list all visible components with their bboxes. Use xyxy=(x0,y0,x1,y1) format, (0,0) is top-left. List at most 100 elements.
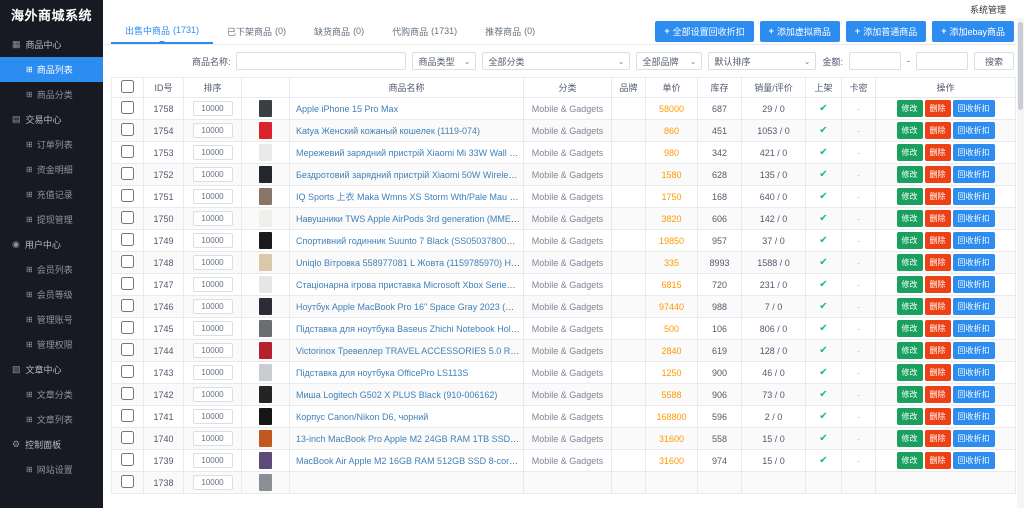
edit-button[interactable]: 修改 xyxy=(896,452,923,469)
amount-max-input[interactable] xyxy=(915,52,968,70)
recycle-discount-button[interactable]: 回收折扣 xyxy=(952,298,995,315)
sort-input[interactable] xyxy=(192,211,233,226)
edit-button[interactable]: 修改 xyxy=(896,320,923,337)
sidebar-item[interactable]: ⊞ 充值记录 xyxy=(0,182,103,207)
sort-input[interactable] xyxy=(192,409,233,424)
filter-select[interactable]: 默认排序 ⌄ xyxy=(708,52,817,70)
filter-select[interactable]: 商品类型 ⌄ xyxy=(412,52,477,70)
sidebar-item[interactable]: ⊞ 商品分类 xyxy=(0,82,103,107)
sort-input[interactable] xyxy=(192,101,233,116)
sort-input[interactable] xyxy=(192,123,233,138)
sort-input[interactable] xyxy=(192,167,233,182)
edit-button[interactable]: 修改 xyxy=(896,144,923,161)
delete-button[interactable]: 删除 xyxy=(924,298,951,315)
sidebar-section-header[interactable]: ▤ 交易中心 xyxy=(0,107,103,132)
edit-button[interactable]: 修改 xyxy=(896,386,923,403)
sidebar-item[interactable]: ⊞ 会员等级 xyxy=(0,282,103,307)
sort-input[interactable] xyxy=(192,321,233,336)
recycle-discount-button[interactable]: 回收折扣 xyxy=(952,320,995,337)
delete-button[interactable]: 删除 xyxy=(924,122,951,139)
system-admin-link[interactable]: 系统管理 xyxy=(970,3,1006,16)
row-checkbox[interactable] xyxy=(121,343,134,356)
recycle-discount-button[interactable]: 回收折扣 xyxy=(952,364,995,381)
delete-button[interactable]: 删除 xyxy=(924,232,951,249)
tab-已下架商品[interactable]: 已下架商品 (0) xyxy=(213,18,300,44)
product-name-link[interactable]: Apple iPhone 15 Pro Max xyxy=(296,104,398,114)
edit-button[interactable]: 修改 xyxy=(896,166,923,183)
edit-button[interactable]: 修改 xyxy=(896,342,923,359)
recycle-discount-button[interactable]: 回收折扣 xyxy=(952,166,995,183)
row-checkbox[interactable] xyxy=(121,211,134,224)
product-name-link[interactable]: Підставка для ноутбука Baseus Zhichi Not… xyxy=(296,324,523,334)
delete-button[interactable]: 删除 xyxy=(924,144,951,161)
filter-select[interactable]: 全部分类 ⌄ xyxy=(482,52,631,70)
sort-input[interactable] xyxy=(192,255,233,270)
recycle-discount-button[interactable]: 回收折扣 xyxy=(952,122,995,139)
edit-button[interactable]: 修改 xyxy=(896,408,923,425)
delete-button[interactable]: 删除 xyxy=(924,210,951,227)
tab-出售中商品[interactable]: 出售中商品 (1731) xyxy=(111,18,214,44)
row-checkbox[interactable] xyxy=(121,431,134,444)
row-checkbox[interactable] xyxy=(121,277,134,290)
edit-button[interactable]: 修改 xyxy=(896,430,923,447)
edit-button[interactable]: 修改 xyxy=(896,232,923,249)
delete-button[interactable]: 删除 xyxy=(924,430,951,447)
product-name-link[interactable]: Victorinox Тревеллер TRAVEL ACCESSORIES … xyxy=(296,346,523,356)
recycle-discount-button[interactable]: 回收折扣 xyxy=(952,342,995,359)
row-checkbox[interactable] xyxy=(121,365,134,378)
recycle-discount-button[interactable]: 回收折扣 xyxy=(952,386,995,403)
toolbar-button[interactable]: + 添加普通商品 xyxy=(845,20,927,42)
delete-button[interactable]: 删除 xyxy=(924,100,951,117)
sort-input[interactable] xyxy=(192,343,233,358)
sort-input[interactable] xyxy=(192,189,233,204)
tab-代购商品[interactable]: 代购商品 (1731) xyxy=(378,18,471,44)
amount-min-input[interactable] xyxy=(848,52,901,70)
delete-button[interactable]: 删除 xyxy=(924,166,951,183)
delete-button[interactable]: 删除 xyxy=(924,276,951,293)
sort-input[interactable] xyxy=(192,365,233,380)
product-name-link[interactable]: Katya Женский кожаный кошелек (1119-074) xyxy=(296,126,480,136)
row-checkbox[interactable] xyxy=(121,387,134,400)
sort-input[interactable] xyxy=(192,387,233,402)
tab-推荐商品[interactable]: 推荐商品 (0) xyxy=(471,18,549,44)
row-checkbox[interactable] xyxy=(121,145,134,158)
row-checkbox[interactable] xyxy=(121,409,134,422)
row-checkbox[interactable] xyxy=(121,123,134,136)
delete-button[interactable]: 删除 xyxy=(924,452,951,469)
edit-button[interactable]: 修改 xyxy=(896,276,923,293)
row-checkbox[interactable] xyxy=(121,299,134,312)
sort-input[interactable] xyxy=(192,453,233,468)
product-name-input[interactable] xyxy=(236,52,407,70)
product-name-link[interactable]: Підставка для ноутбука OfficePro LS113S xyxy=(296,368,468,378)
product-name-link[interactable]: Стаціонарна ігрова приставка Microsoft X… xyxy=(296,280,523,290)
product-name-link[interactable]: Корпус Canon/Nikon D6, чорний xyxy=(296,412,428,422)
recycle-discount-button[interactable]: 回收折扣 xyxy=(952,144,995,161)
edit-button[interactable]: 修改 xyxy=(896,298,923,315)
product-name-link[interactable]: Миша Logitech G502 X PLUS Black (910-006… xyxy=(296,390,497,400)
product-name-link[interactable]: 13-inch MacBook Pro Apple M2 24GB RAM 1T… xyxy=(296,434,523,444)
filter-select[interactable]: 全部品牌 ⌄ xyxy=(636,52,703,70)
recycle-discount-button[interactable]: 回收折扣 xyxy=(952,276,995,293)
sidebar-section-header[interactable]: ⚙ 控制面板 xyxy=(0,432,103,457)
recycle-discount-button[interactable]: 回收折扣 xyxy=(952,232,995,249)
product-name-link[interactable]: Ноутбук Apple MacBook Pro 16" Space Gray… xyxy=(296,302,523,312)
delete-button[interactable]: 删除 xyxy=(924,320,951,337)
row-checkbox[interactable] xyxy=(121,453,134,466)
vertical-scrollbar[interactable] xyxy=(1017,18,1024,508)
sidebar-section-header[interactable]: ▧ 文章中心 xyxy=(0,357,103,382)
edit-button[interactable]: 修改 xyxy=(896,364,923,381)
sidebar-item[interactable]: ⊞ 会员列表 xyxy=(0,257,103,282)
product-name-link[interactable]: IQ Sports 上衣 Maka Wmns XS Storm Wth/Pale… xyxy=(296,192,523,202)
sidebar-item[interactable]: ⊞ 文章列表 xyxy=(0,407,103,432)
sidebar-item[interactable]: ⊞ 网站设置 xyxy=(0,457,103,482)
product-name-link[interactable]: Мережевий зарядний пристрій Xiaomi Mi 33… xyxy=(296,148,523,158)
recycle-discount-button[interactable]: 回收折扣 xyxy=(952,188,995,205)
product-name-link[interactable]: MacBook Air Apple M2 16GB RAM 512GB SSD … xyxy=(296,456,523,466)
recycle-discount-button[interactable]: 回收折扣 xyxy=(952,210,995,227)
row-checkbox[interactable] xyxy=(121,321,134,334)
edit-button[interactable]: 修改 xyxy=(896,188,923,205)
delete-button[interactable]: 删除 xyxy=(924,188,951,205)
sort-input[interactable] xyxy=(192,233,233,248)
recycle-discount-button[interactable]: 回收折扣 xyxy=(952,430,995,447)
product-name-link[interactable]: Uniqlo Вітровка 558977081 L Жовта (11597… xyxy=(296,258,523,268)
